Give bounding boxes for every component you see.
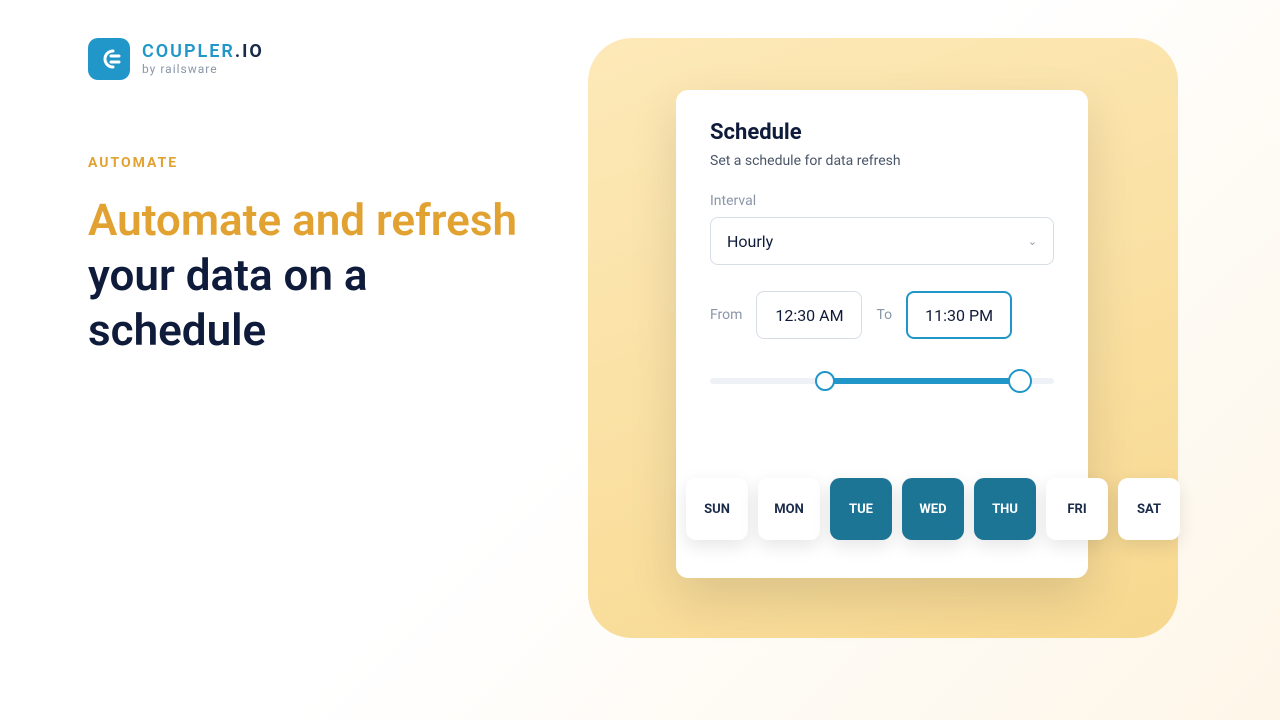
day-chip-thu[interactable]: THU (974, 478, 1036, 540)
card-subtitle: Set a schedule for data refresh (710, 153, 1054, 169)
marketing-headline: AUTOMATE Automate and refresh your data … (88, 155, 548, 358)
day-chip-mon[interactable]: MON (758, 478, 820, 540)
eyebrow-label: AUTOMATE (88, 155, 548, 171)
logo-mark-icon (88, 38, 130, 80)
logo-wordmark: COUPLER.IO (142, 42, 264, 62)
day-selector: SUNMONTUEWEDTHUFRISAT (630, 478, 1236, 540)
logo-byline: by railsware (142, 63, 264, 76)
day-chip-tue[interactable]: TUE (830, 478, 892, 540)
interval-select[interactable]: Hourly ⌄ (710, 217, 1054, 265)
headline-text: Automate and refresh your data on a sche… (88, 193, 548, 358)
brand-logo: COUPLER.IO by railsware (88, 38, 264, 80)
from-label: From (710, 307, 742, 323)
interval-value: Hourly (727, 232, 773, 251)
card-title: Schedule (710, 120, 1054, 145)
interval-label: Interval (710, 193, 1054, 209)
slider-fill (827, 378, 1020, 384)
time-range-slider[interactable] (710, 369, 1054, 393)
slider-thumb-start[interactable] (815, 371, 835, 391)
day-chip-wed[interactable]: WED (902, 478, 964, 540)
slider-thumb-end[interactable] (1008, 369, 1032, 393)
day-chip-sat[interactable]: SAT (1118, 478, 1180, 540)
from-time-input[interactable]: 12:30 AM (756, 291, 862, 339)
to-time-input[interactable]: 11:30 PM (906, 291, 1012, 339)
feature-panel: Schedule Set a schedule for data refresh… (588, 38, 1178, 638)
day-chip-fri[interactable]: FRI (1046, 478, 1108, 540)
to-label: To (876, 307, 892, 323)
day-chip-sun[interactable]: SUN (686, 478, 748, 540)
chevron-down-icon: ⌄ (1028, 235, 1037, 248)
